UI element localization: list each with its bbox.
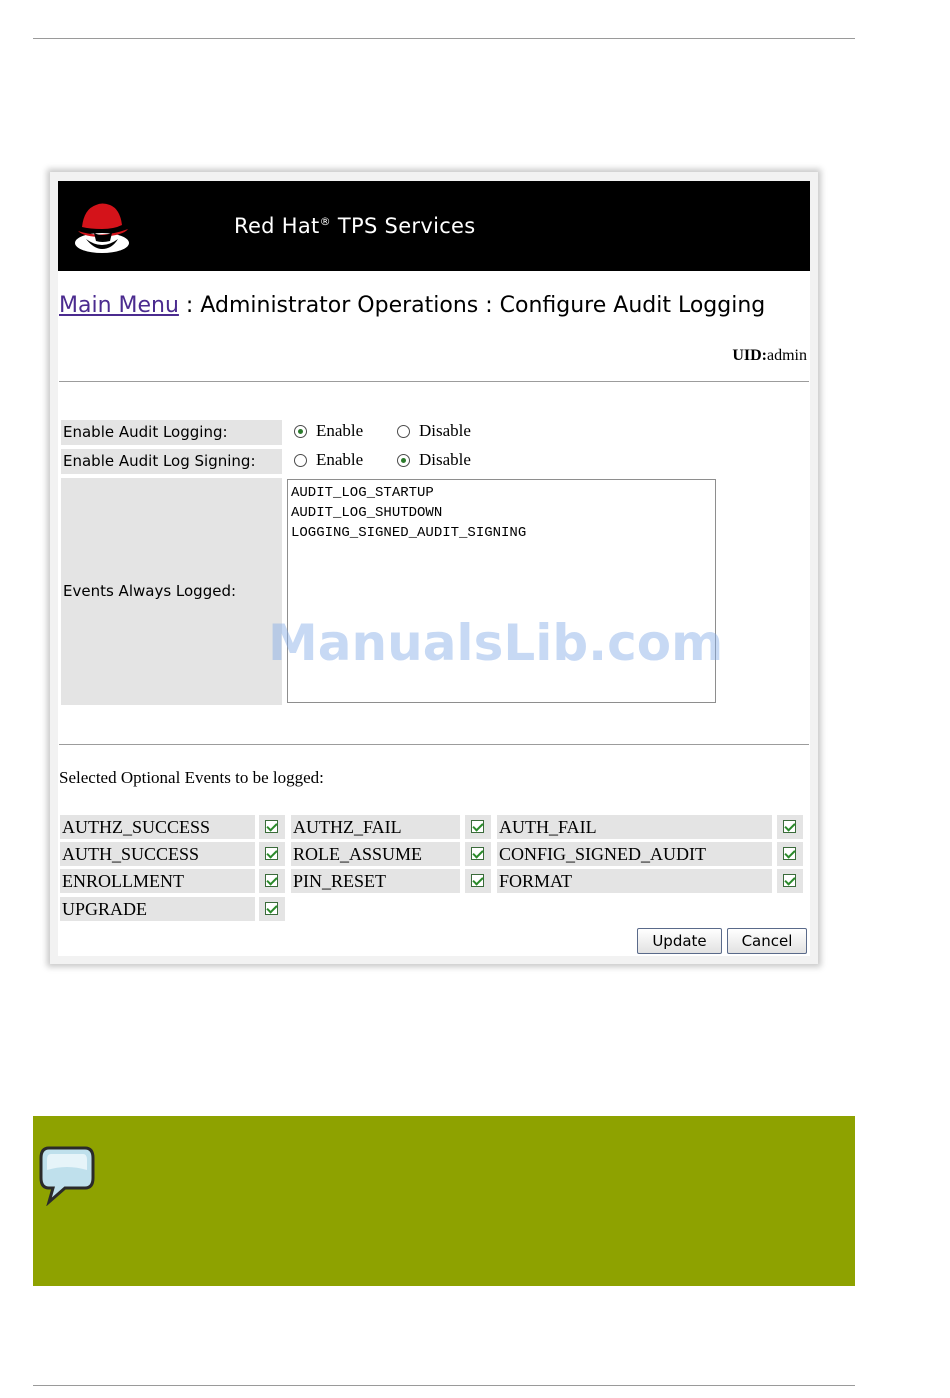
service-name: TPS Services	[330, 214, 476, 238]
breadcrumb-page: Configure Audit Logging	[499, 293, 766, 318]
enable-signing-enable-radio[interactable]: Enable	[294, 450, 363, 470]
optional-event-cell	[777, 869, 803, 893]
radio-label: Enable	[316, 450, 364, 469]
registered-mark: ®	[319, 215, 331, 228]
update-button[interactable]: Update	[637, 928, 722, 954]
optional-event-cell	[259, 815, 285, 839]
radio-selected-icon	[397, 453, 410, 467]
pin-reset-checkbox[interactable]	[471, 874, 484, 887]
enable-logging-enable-radio[interactable]: Enable	[294, 421, 363, 441]
optional-event-label: UPGRADE	[60, 897, 255, 921]
optional-event-cell	[259, 842, 285, 866]
radio-label: Disable	[419, 421, 471, 440]
enable-signing-label: Enable Audit Log Signing:	[61, 449, 282, 474]
always-logged-event: LOGGING_SIGNED_AUDIT_SIGNING	[291, 525, 527, 541]
note-box	[33, 1116, 855, 1286]
optional-event-label: ROLE_ASSUME	[291, 842, 460, 866]
enable-logging-disable-radio[interactable]: Disable	[397, 421, 471, 441]
brand-name: Red Hat	[234, 214, 320, 238]
breadcrumb-section: Administrator Operations	[200, 293, 479, 318]
radio-unselected-icon	[294, 453, 307, 467]
optional-event-cell	[465, 815, 491, 839]
breadcrumb-separator: :	[478, 293, 500, 318]
uid-label: UID:	[732, 347, 767, 364]
config-signed-audit-checkbox[interactable]	[783, 847, 796, 860]
always-logged-event: AUDIT_LOG_SHUTDOWN	[291, 505, 443, 521]
enable-logging-label: Enable Audit Logging:	[61, 420, 282, 445]
optional-event-label: AUTHZ_SUCCESS	[60, 815, 255, 839]
optional-event-cell	[259, 869, 285, 893]
auth-success-checkbox[interactable]	[265, 847, 278, 860]
optional-event-cell	[259, 897, 285, 921]
watermark: ManualsLib.com	[268, 614, 724, 672]
radio-label: Enable	[316, 421, 364, 440]
optional-event-label: PIN_RESET	[291, 869, 460, 893]
uid-value: admin	[767, 347, 807, 364]
main-menu-link[interactable]: Main Menu	[59, 293, 179, 318]
breadcrumb-separator: :	[178, 293, 201, 318]
optional-event-label: CONFIG_SIGNED_AUDIT	[497, 842, 772, 866]
cancel-button[interactable]: Cancel	[727, 928, 807, 954]
upgrade-checkbox[interactable]	[265, 902, 278, 915]
role-assume-checkbox[interactable]	[471, 847, 484, 860]
optional-event-label: AUTH_SUCCESS	[60, 842, 255, 866]
always-logged-label: Events Always Logged:	[61, 478, 282, 705]
authz-fail-checkbox[interactable]	[471, 820, 484, 833]
page-top-rule	[33, 38, 855, 39]
radio-unselected-icon	[397, 424, 410, 438]
page-bottom-rule	[33, 1385, 855, 1386]
redhat-shadowman-icon	[75, 203, 129, 253]
optional-event-label: FORMAT	[497, 869, 772, 893]
banner-title: Red Hat® TPS Services	[234, 214, 476, 238]
optional-event-cell	[777, 842, 803, 866]
radio-label: Disable	[419, 450, 471, 469]
optional-event-label: AUTH_FAIL	[497, 815, 772, 839]
enable-signing-disable-radio[interactable]: Disable	[397, 450, 471, 470]
format-checkbox[interactable]	[783, 874, 796, 887]
optional-event-label: ENROLLMENT	[60, 869, 255, 893]
header-banner: Red Hat® TPS Services	[58, 181, 810, 271]
optional-event-cell	[465, 869, 491, 893]
optional-event-cell	[777, 815, 803, 839]
divider	[59, 744, 809, 745]
breadcrumb: Main Menu : Administrator Operations : C…	[59, 293, 765, 318]
speech-bubble-icon	[39, 1146, 95, 1206]
optional-events-title: Selected Optional Events to be logged:	[59, 768, 324, 787]
always-logged-event: AUDIT_LOG_STARTUP	[291, 485, 434, 501]
enrollment-checkbox[interactable]	[265, 874, 278, 887]
authz-success-checkbox[interactable]	[265, 820, 278, 833]
user-id: UID:admin	[732, 347, 807, 365]
optional-event-label: AUTHZ_FAIL	[291, 815, 460, 839]
radio-selected-icon	[294, 424, 307, 438]
screenshot-frame: Red Hat® TPS Services Main Menu : Admini…	[50, 172, 818, 964]
divider	[59, 381, 809, 382]
optional-event-cell	[465, 842, 491, 866]
auth-fail-checkbox[interactable]	[783, 820, 796, 833]
tps-page: Red Hat® TPS Services Main Menu : Admini…	[58, 181, 810, 956]
